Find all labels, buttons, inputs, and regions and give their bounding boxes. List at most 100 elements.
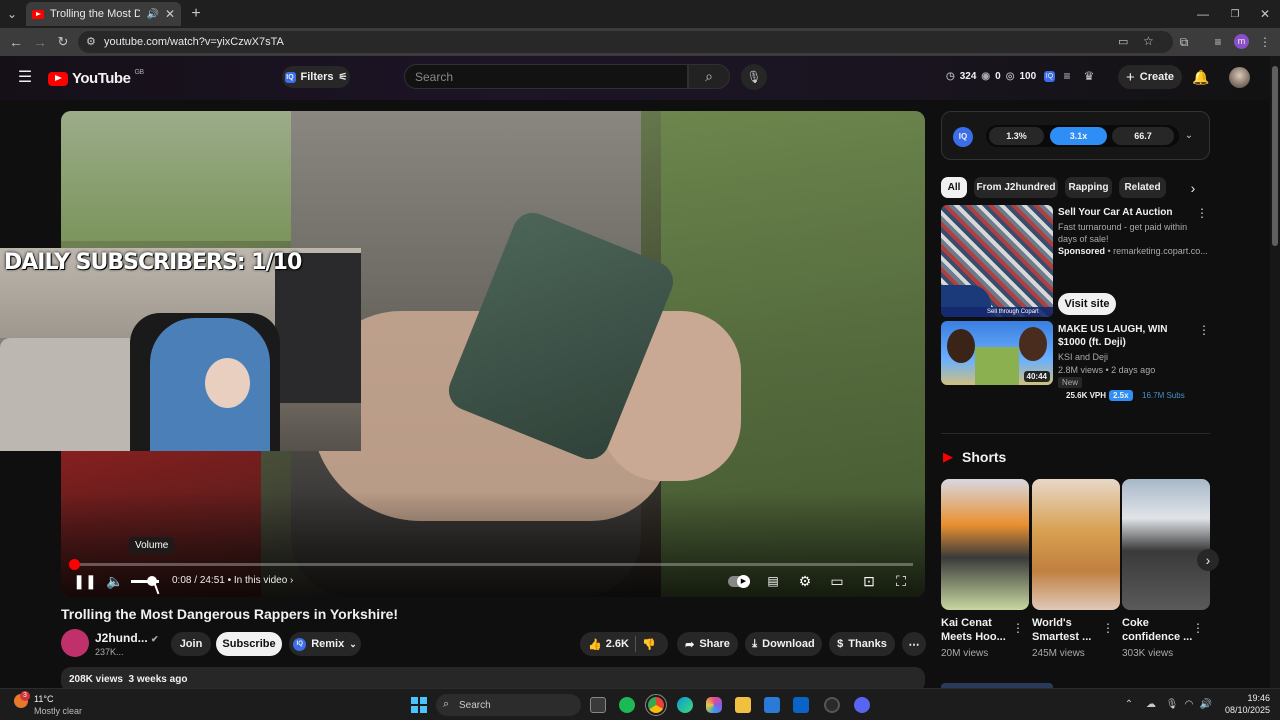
short-thumbnail-1[interactable] xyxy=(941,479,1029,610)
restore-icon[interactable]: ❐ xyxy=(1228,6,1242,22)
chapter-link[interactable]: In this video xyxy=(234,575,287,586)
ad-thumbnail[interactable]: Sell through Copart xyxy=(941,205,1053,317)
account-avatar[interactable] xyxy=(1229,67,1250,88)
clock-time[interactable]: 19:46 xyxy=(1224,693,1270,703)
extensions-icon[interactable]: ⧉ xyxy=(1176,34,1192,50)
onedrive-icon[interactable]: ☁ xyxy=(1144,697,1158,711)
cast-button[interactable]: ⊡ xyxy=(857,573,881,589)
back-icon[interactable]: ← xyxy=(8,34,24,50)
like-button[interactable]: 👍 2.6K xyxy=(588,638,629,651)
windows-start-icon[interactable] xyxy=(411,697,427,713)
list-icon[interactable]: ≡ xyxy=(1060,69,1074,83)
chip-rapping[interactable]: Rapping xyxy=(1065,177,1112,198)
speaker-tray-icon[interactable]: 🔊 xyxy=(1199,697,1213,711)
shorts-next-icon[interactable]: › xyxy=(1197,549,1219,571)
short-menu-icon-3[interactable]: ⋮ xyxy=(1192,621,1204,635)
theater-mode-button[interactable]: ▭ xyxy=(825,573,849,589)
short-title-1[interactable]: Kai Cenat Meets Hoo... xyxy=(941,616,1013,644)
progress-bar[interactable] xyxy=(73,563,913,566)
voice-search-button[interactable]: 🎙 xyxy=(741,64,767,90)
url-field[interactable]: ⚙ youtube.com/watch?v=yixCzwX7sTA ▭ ☆ xyxy=(78,31,1173,53)
short-menu-icon-1[interactable]: ⋮ xyxy=(1012,621,1024,635)
hamburger-menu-icon[interactable]: ☰ xyxy=(16,68,34,86)
chip-from-channel[interactable]: From J2hundred xyxy=(974,177,1058,198)
rec-title[interactable]: MAKE US LAUGH, WIN $1000 (ft. Deji) xyxy=(1058,323,1193,349)
discord-icon[interactable] xyxy=(854,697,870,713)
visit-site-button[interactable]: Visit site xyxy=(1058,293,1116,315)
store-icon[interactable] xyxy=(764,697,780,713)
remix-button[interactable]: IQ Remix ⌄ xyxy=(289,632,361,656)
mute-button[interactable]: 🔈 xyxy=(103,573,127,589)
pause-button[interactable]: ❚❚ xyxy=(73,573,97,589)
join-button[interactable]: Join xyxy=(171,632,211,656)
chevron-down-icon[interactable]: ⌄ xyxy=(1182,128,1196,142)
channel-avatar[interactable] xyxy=(61,629,89,657)
weather-temp[interactable]: 11°C xyxy=(34,694,53,704)
tab-search-icon[interactable]: ⌄ xyxy=(4,6,20,22)
reload-icon[interactable]: ↻ xyxy=(55,34,71,50)
chips-next-icon[interactable]: › xyxy=(1186,180,1200,196)
wifi-icon[interactable]: ◠ xyxy=(1182,697,1196,711)
scrollbar-thumb[interactable] xyxy=(1272,66,1278,246)
new-tab-icon[interactable]: + xyxy=(188,5,204,23)
mic-tray-icon[interactable]: 🎙 xyxy=(1165,697,1179,711)
settings-button[interactable]: ⚙ xyxy=(793,573,817,589)
spotify-icon[interactable] xyxy=(619,697,635,713)
short-title-2[interactable]: World's Smartest ... xyxy=(1032,616,1104,644)
iq-menu-icon[interactable]: IQ xyxy=(1044,71,1055,82)
chrome-icon[interactable] xyxy=(645,694,667,716)
file-explorer-icon[interactable] xyxy=(735,697,751,713)
fullscreen-button[interactable]: ⛶ xyxy=(889,573,913,589)
speaker-icon[interactable]: 🔊 xyxy=(146,9,158,20)
site-info-icon[interactable]: ⚙ xyxy=(86,35,96,48)
ad-title[interactable]: Sell Your Car At Auction xyxy=(1058,206,1172,219)
share-button[interactable]: ➦ Share xyxy=(677,632,738,656)
cast-icon[interactable]: ▭ xyxy=(1118,35,1128,48)
window-close-icon[interactable]: ✕ xyxy=(1258,6,1272,22)
progress-scrubber[interactable] xyxy=(69,559,80,570)
youtube-logo[interactable]: YouTube GB xyxy=(48,69,144,87)
minimize-icon[interactable]: — xyxy=(1196,6,1210,22)
page-scrollbar[interactable] xyxy=(1270,56,1280,688)
outlook-icon[interactable] xyxy=(793,697,809,713)
search-button[interactable]: ⌕ xyxy=(688,64,730,89)
verified-icon: ✔ xyxy=(151,634,159,644)
filters-button[interactable]: IQ Filters ⚟ xyxy=(282,66,350,88)
rec-channel[interactable]: KSI and Deji xyxy=(1058,351,1108,363)
short-thumbnail-2[interactable] xyxy=(1032,479,1120,610)
more-actions-button[interactable]: ⋯ xyxy=(902,632,926,656)
forward-icon[interactable]: → xyxy=(32,34,48,50)
task-view-icon[interactable] xyxy=(590,697,606,713)
bookmark-star-icon[interactable]: ☆ xyxy=(1143,34,1154,48)
trophy-icon[interactable]: ♛ xyxy=(1082,69,1096,83)
channel-name[interactable]: J2hund... ✔ xyxy=(95,631,159,645)
short-thumbnail-3[interactable] xyxy=(1122,479,1210,610)
dislike-button[interactable]: 👎 xyxy=(642,638,656,651)
profile-avatar[interactable]: m xyxy=(1234,34,1249,49)
chip-all[interactable]: All xyxy=(941,177,967,198)
rec-thumbnail[interactable]: 40:44 xyxy=(941,321,1053,385)
copilot-icon[interactable] xyxy=(706,697,722,713)
media-control-icon[interactable]: ≡ xyxy=(1210,34,1226,50)
browser-menu-icon[interactable]: ⋮ xyxy=(1258,34,1272,50)
short-menu-icon-2[interactable]: ⋮ xyxy=(1102,621,1114,635)
taskbar-search[interactable]: ⌕ Search xyxy=(436,694,581,716)
tab-close-icon[interactable]: ✕ xyxy=(165,7,175,21)
ad-menu-icon[interactable]: ⋮ xyxy=(1196,206,1208,220)
subscribe-button[interactable]: Subscribe xyxy=(216,632,282,656)
rec-menu-icon[interactable]: ⋮ xyxy=(1198,323,1210,337)
tray-overflow-icon[interactable]: ⌃ xyxy=(1123,697,1135,711)
thanks-button[interactable]: $ Thanks xyxy=(829,632,895,656)
captions-button[interactable]: ▤ xyxy=(761,573,785,589)
create-button[interactable]: + Create xyxy=(1118,65,1182,89)
edge-icon[interactable] xyxy=(677,697,693,713)
download-button[interactable]: ⤓ Download xyxy=(745,632,822,656)
short-title-3[interactable]: Coke confidence ... xyxy=(1122,616,1194,644)
chip-related[interactable]: Related xyxy=(1119,177,1166,198)
search-input[interactable]: Search xyxy=(404,64,688,89)
app-icon[interactable] xyxy=(824,697,840,713)
browser-tab[interactable]: Trolling the Most Dangerou 🔊 ✕ xyxy=(26,2,181,26)
pause-icon: ❚❚ xyxy=(73,572,97,589)
autoplay-toggle[interactable]: ▶ xyxy=(728,575,750,588)
notifications-bell-icon[interactable]: 🔔 xyxy=(1192,68,1210,86)
